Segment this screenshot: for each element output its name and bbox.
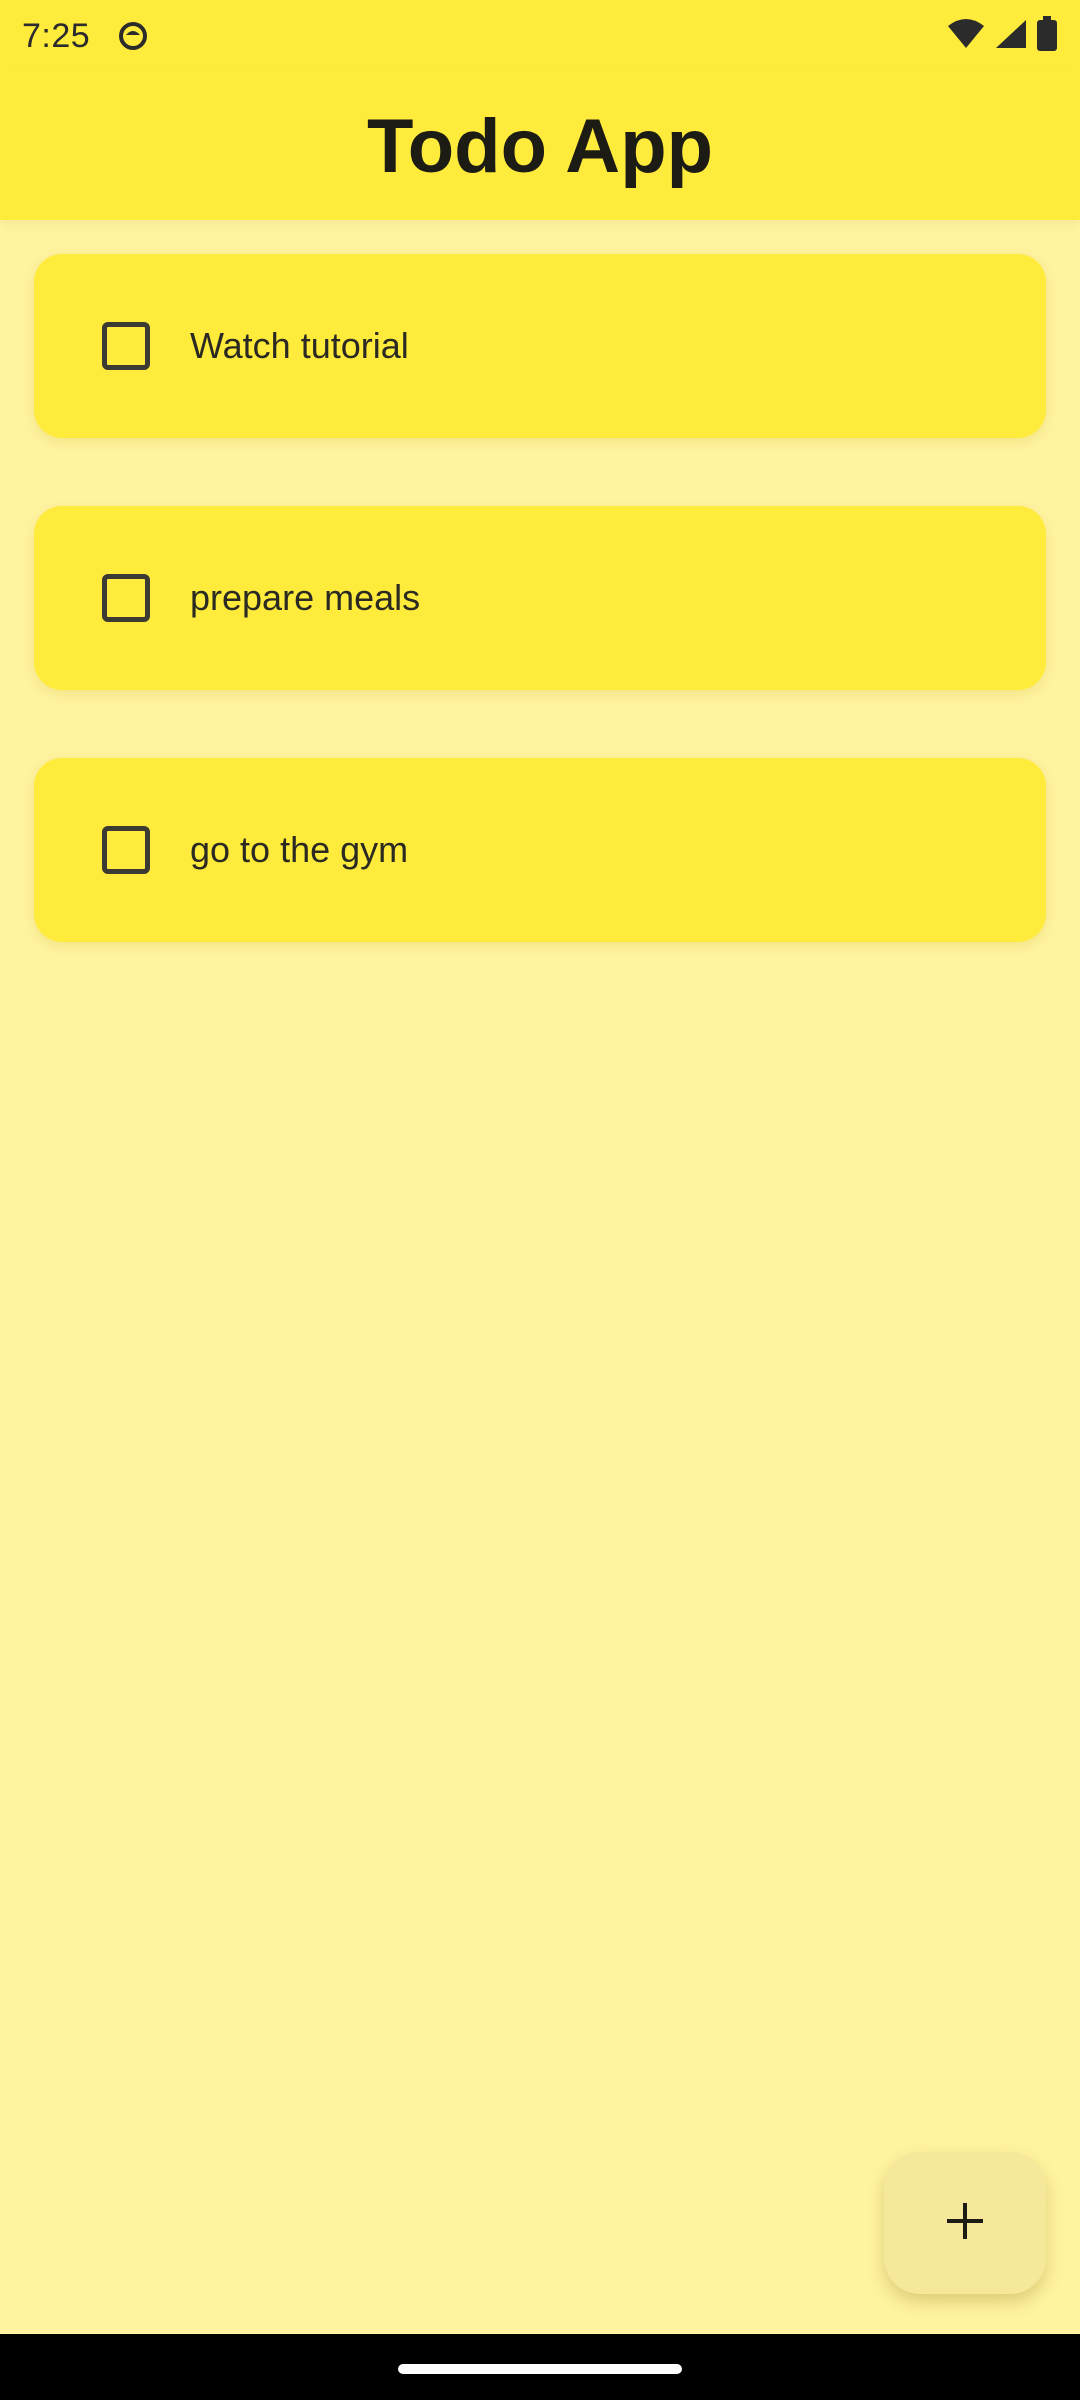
wifi-icon xyxy=(946,18,986,55)
home-gesture-handle[interactable] xyxy=(398,2364,682,2374)
todo-checkbox[interactable] xyxy=(102,826,150,874)
todo-item[interactable]: Watch tutorial xyxy=(34,254,1046,438)
todo-label: Watch tutorial xyxy=(190,325,409,366)
todo-label: go to the gym xyxy=(190,829,409,870)
battery-icon xyxy=(1036,15,1058,57)
signal-icon xyxy=(994,18,1028,55)
todo-list: Watch tutorial prepare meals go to the g… xyxy=(34,254,1046,1010)
todo-item[interactable]: go to the gym xyxy=(34,758,1046,942)
todo-checkbox[interactable] xyxy=(102,322,150,370)
todo-checkbox[interactable] xyxy=(102,574,150,622)
page-title: Todo App xyxy=(366,103,714,189)
plus-icon xyxy=(945,2201,985,2246)
navigation-bar xyxy=(0,2334,1080,2400)
todo-label: prepare meals xyxy=(190,577,421,618)
add-todo-button[interactable] xyxy=(884,2152,1046,2294)
todo-item[interactable]: prepare meals xyxy=(34,506,1046,690)
status-bar: 7:25 xyxy=(0,0,1080,72)
notification-icon xyxy=(118,21,148,51)
status-time: 7:25 xyxy=(22,16,91,55)
status-icons xyxy=(946,15,1058,57)
screen: 7:25 Todo App Watch tutorial prepare mea… xyxy=(0,0,1080,2400)
app-bar: Todo App xyxy=(0,72,1080,220)
